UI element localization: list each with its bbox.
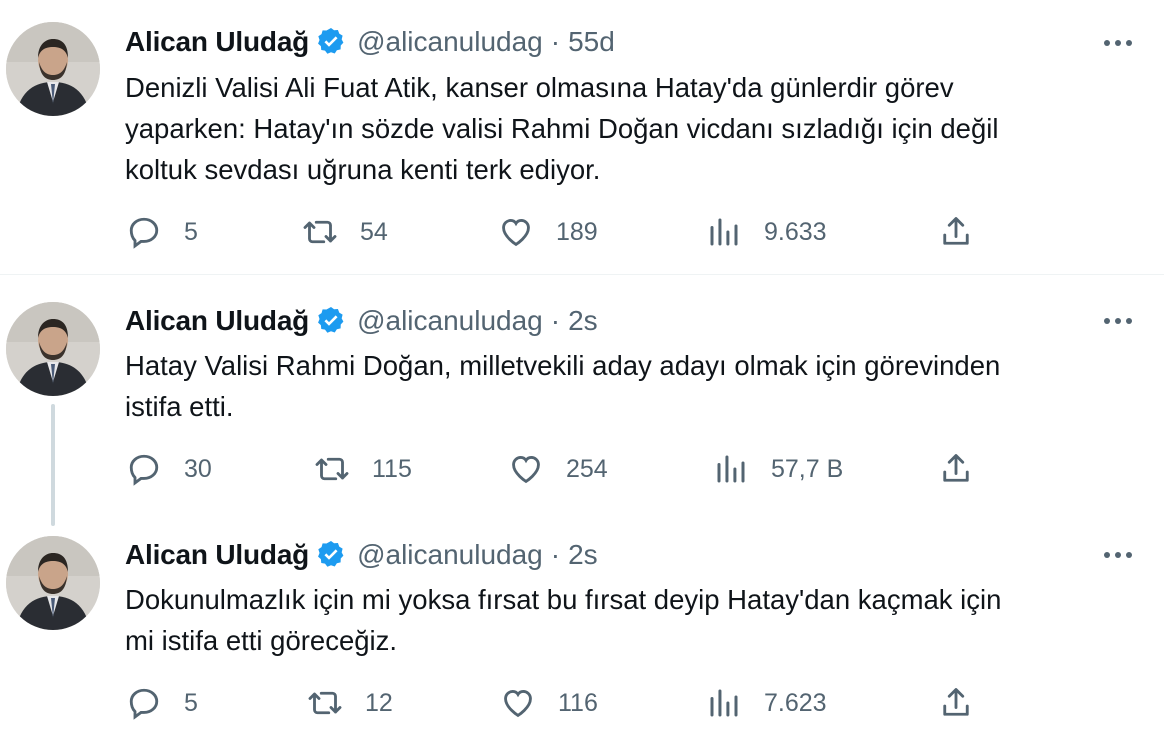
handle[interactable]: @alicanuludag <box>357 305 543 337</box>
display-name[interactable]: Alican Uludağ <box>125 26 309 58</box>
share-button[interactable] <box>938 683 974 723</box>
retweet-button[interactable]: 54 <box>302 212 388 252</box>
more-horizontal-icon <box>1104 40 1132 46</box>
avatar[interactable] <box>6 22 100 116</box>
verified-badge-icon[interactable] <box>315 305 347 337</box>
more-options-button[interactable] <box>1098 540 1138 570</box>
timestamp[interactable]: 2s <box>568 539 598 571</box>
avatar-image <box>6 22 100 116</box>
separator: · <box>550 26 561 57</box>
reply-icon <box>126 685 162 721</box>
views-button[interactable]: 57,7 B <box>713 449 843 489</box>
like-count: 116 <box>558 688 598 717</box>
verified-badge-icon[interactable] <box>315 26 347 58</box>
views-count: 9.633 <box>764 217 827 246</box>
handle[interactable]: @alicanuludag <box>357 539 543 571</box>
views-chart-icon <box>706 685 742 721</box>
share-icon <box>938 685 974 721</box>
separator: · <box>550 305 561 336</box>
share-icon <box>938 451 974 487</box>
share-button[interactable] <box>938 449 974 489</box>
views-button[interactable]: 9.633 <box>706 212 827 252</box>
handle[interactable]: @alicanuludag <box>357 26 543 58</box>
retweet-icon <box>307 685 343 721</box>
retweet-icon <box>314 451 350 487</box>
reply-count: 5 <box>184 688 198 717</box>
reply-button[interactable]: 30 <box>126 449 212 489</box>
retweet-count: 12 <box>365 688 393 717</box>
like-count: 254 <box>566 454 608 483</box>
verified-badge-icon[interactable] <box>315 539 347 571</box>
views-chart-icon <box>706 214 742 250</box>
views-count: 7.623 <box>764 688 827 717</box>
thread-connector-line <box>51 404 55 526</box>
heart-icon <box>498 214 534 250</box>
share-icon <box>938 214 974 250</box>
more-options-button[interactable] <box>1098 306 1138 336</box>
like-button[interactable]: 116 <box>500 683 598 723</box>
reply-button[interactable]: 5 <box>126 212 198 252</box>
retweet-icon <box>302 214 338 250</box>
more-options-button[interactable] <box>1098 28 1138 58</box>
display-name[interactable]: Alican Uludağ <box>125 539 309 571</box>
tweet-text: Hatay Valisi Rahmi Doğan, milletvekili a… <box>125 350 1001 422</box>
reply-icon <box>126 214 162 250</box>
like-button[interactable]: 189 <box>498 212 598 252</box>
more-horizontal-icon <box>1104 318 1132 324</box>
share-button[interactable] <box>938 212 974 252</box>
timestamp[interactable]: 2s <box>568 305 598 337</box>
heart-icon <box>508 451 544 487</box>
like-count: 189 <box>556 217 598 246</box>
tweet-text: Dokunulmazlık için mi yoksa fırsat bu fı… <box>125 584 1002 656</box>
views-count: 57,7 B <box>771 454 844 483</box>
reply-count: 5 <box>184 217 198 246</box>
like-button[interactable]: 254 <box>508 449 608 489</box>
timestamp[interactable]: 55d <box>568 26 615 58</box>
retweet-button[interactable]: 12 <box>307 683 393 723</box>
more-horizontal-icon <box>1104 552 1132 558</box>
separator: · <box>550 539 561 570</box>
display-name[interactable]: Alican Uludağ <box>125 305 309 337</box>
reply-count: 30 <box>184 454 212 483</box>
views-chart-icon <box>713 451 749 487</box>
avatar[interactable] <box>6 536 100 630</box>
avatar[interactable] <box>6 302 100 396</box>
tweet-divider <box>0 274 1164 275</box>
avatar-image <box>6 536 100 630</box>
avatar-image <box>6 302 100 396</box>
tweet-text: Denizli Valisi Ali Fuat Atik, kanser olm… <box>125 72 999 185</box>
views-button[interactable]: 7.623 <box>706 683 827 723</box>
retweet-count: 54 <box>360 217 388 246</box>
heart-icon <box>500 685 536 721</box>
retweet-count: 115 <box>372 454 412 483</box>
reply-button[interactable]: 5 <box>126 683 198 723</box>
retweet-button[interactable]: 115 <box>314 449 412 489</box>
reply-icon <box>126 451 162 487</box>
